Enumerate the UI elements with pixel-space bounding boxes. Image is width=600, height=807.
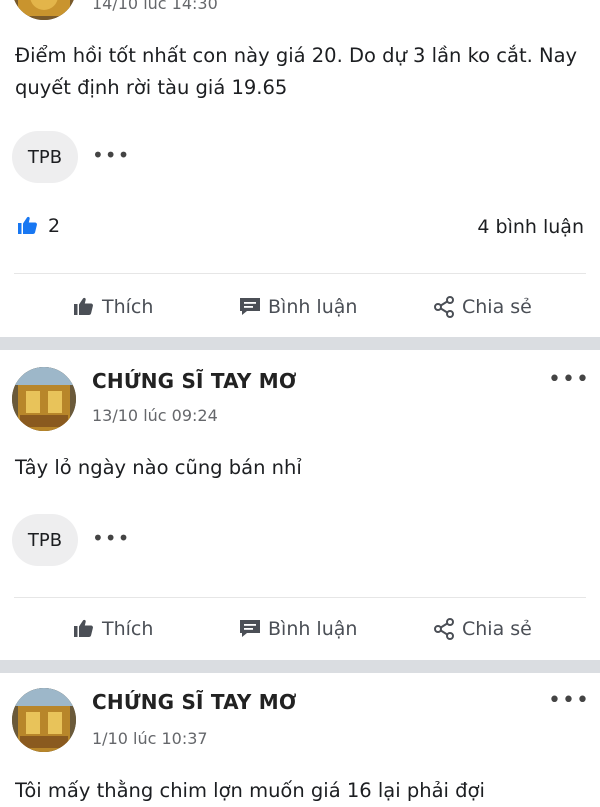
comment-label: Bình luận (268, 618, 358, 640)
post-text: Điểm hồi tốt nhất con này giá 20. Do dự … (15, 44, 578, 99)
avatar[interactable] (12, 367, 76, 431)
comment-bubble-icon (240, 620, 260, 637)
share-icon (434, 296, 454, 318)
share-label: Chia sẻ (462, 296, 532, 318)
post-author[interactable]: CHỨNG SĨ TAY MƠ (92, 369, 297, 393)
stock-tag-chip[interactable]: TPB (12, 131, 78, 183)
like-label: Thích (102, 296, 154, 318)
comment-bubble-icon (240, 298, 260, 315)
thumbs-up-icon (74, 297, 93, 315)
divider (14, 597, 586, 598)
comment-count-link[interactable]: 4 bình luận (477, 216, 584, 238)
avatar-image (12, 688, 76, 752)
post-more-button[interactable]: ••• (548, 367, 590, 392)
tag-more-button[interactable]: ••• (92, 143, 130, 167)
avatar-image (12, 0, 76, 20)
divider (14, 273, 586, 274)
reaction-count: 2 (48, 215, 61, 237)
stock-tag-chip[interactable]: TPB (12, 514, 78, 566)
reaction-summary[interactable]: 2 (16, 214, 60, 238)
post-time: 13/10 lúc 09:24 (92, 406, 218, 425)
share-button[interactable]: Chia sẻ (432, 617, 532, 641)
avatar-image (12, 367, 76, 431)
like-button[interactable]: Thích (72, 295, 153, 319)
like-reaction-icon (18, 216, 37, 234)
avatar[interactable] (12, 0, 76, 20)
thumbs-up-icon (74, 619, 93, 637)
post-time: 1/10 lúc 10:37 (92, 729, 208, 748)
comment-label: Bình luận (268, 296, 358, 318)
tag-more-button[interactable]: ••• (92, 526, 130, 550)
post-text: Tôi mấy thằng chim lợn muốn giá 16 lại p… (15, 779, 485, 802)
avatar[interactable] (12, 688, 76, 752)
post-more-button[interactable]: ••• (548, 688, 590, 713)
post-separator (0, 337, 600, 350)
post-time: 14/10 lúc 14:30 (92, 0, 218, 13)
like-button[interactable]: Thích (72, 617, 153, 641)
share-icon (434, 618, 454, 640)
share-button[interactable]: Chia sẻ (432, 295, 532, 319)
post-text: Tây lỏ ngày nào cũng bán nhỉ (15, 456, 302, 479)
post-separator (0, 660, 600, 673)
comment-button[interactable]: Bình luận (238, 617, 357, 641)
share-label: Chia sẻ (462, 618, 532, 640)
comment-button[interactable]: Bình luận (238, 295, 357, 319)
post-author[interactable]: CHỨNG SĨ TAY MƠ (92, 690, 297, 714)
like-label: Thích (102, 618, 154, 640)
